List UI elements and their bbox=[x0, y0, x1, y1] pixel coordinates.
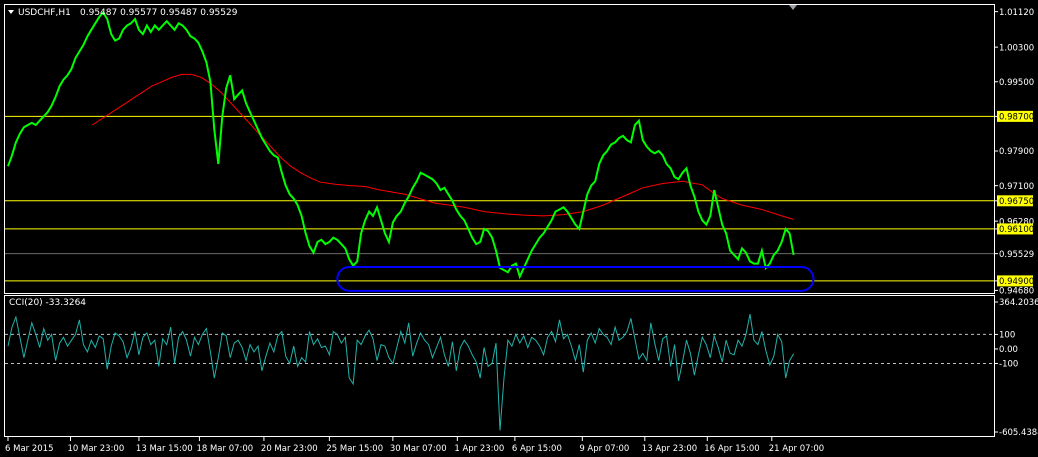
cci-axis-label-2: 0.00 bbox=[999, 345, 1018, 355]
collapse-triangle-icon[interactable] bbox=[8, 10, 14, 14]
time-axis-label-7: 1 Apr 23:00 bbox=[454, 444, 504, 454]
price-axis-label-2: 0.99500 bbox=[999, 78, 1034, 88]
cci-axis-label-3: -100 bbox=[999, 360, 1018, 370]
time-axis-label-8: 6 Apr 15:00 bbox=[512, 444, 562, 454]
price-line bbox=[7, 10, 795, 280]
price-axis-label-4: 0.97900 bbox=[999, 147, 1034, 157]
cci-axis-label-4: -605.4384 bbox=[999, 428, 1038, 438]
price-level-tag-label-6: 0.96750 bbox=[999, 197, 1034, 207]
price-axis-label-1: 1.00300 bbox=[999, 43, 1034, 53]
price-level-tag-label-3: 0.98700 bbox=[999, 113, 1034, 123]
time-axis-label-1: 10 Mar 23:00 bbox=[67, 444, 124, 454]
cci-layer bbox=[5, 314, 994, 431]
time-axis-label-3: 18 Mar 07:00 bbox=[196, 444, 253, 454]
chart-svg: 1.01120 1.00300 0.99500 0.98700 0.97900 0.971… bbox=[4, 4, 1038, 454]
price-panel-frame bbox=[4, 4, 995, 294]
cci-label: CCI(20) -33.3264 bbox=[9, 298, 86, 308]
price-axis-label-11: 0.94680 bbox=[999, 287, 1034, 297]
time-axis-label-11: 16 Apr 15:00 bbox=[704, 444, 759, 454]
cci-line bbox=[7, 314, 795, 431]
time-axis-label-12: 21 Apr 07:00 bbox=[769, 444, 824, 454]
time-axis-label-9: 9 Apr 07:00 bbox=[579, 444, 629, 454]
shift-marker-triangle-icon[interactable] bbox=[789, 5, 797, 10]
time-axis-label-6: 30 Mar 07:00 bbox=[390, 444, 447, 454]
time-axis-label-2: 13 Mar 15:00 bbox=[136, 444, 193, 454]
ohlc-label: 0.95487 0.95577 0.95487 0.95529 bbox=[80, 8, 238, 18]
price-layer bbox=[5, 10, 994, 292]
time-axis-label-5: 25 Mar 15:00 bbox=[326, 444, 383, 454]
price-level-tag-label-8: 0.96100 bbox=[999, 225, 1034, 235]
cci-axis-label-0: 364.2036 bbox=[999, 298, 1038, 308]
price-level-tag-label-10: 0.94900 bbox=[999, 277, 1034, 287]
support-ellipse[interactable] bbox=[336, 266, 815, 292]
moving-average-line bbox=[92, 73, 794, 220]
price-axis-label-5: 0.97100 bbox=[999, 182, 1034, 192]
cci-axis-label-1: 100 bbox=[999, 331, 1015, 341]
axis-layer: 1.01120 1.00300 0.99500 0.98700 0.97900 0.971… bbox=[5, 8, 1038, 454]
time-axis-label-10: 13 Apr 23:00 bbox=[642, 444, 697, 454]
price-axis-label-0: 1.01120 bbox=[999, 8, 1034, 18]
time-axis-label-4: 20 Mar 23:00 bbox=[261, 444, 318, 454]
symbol-label: USDCHF,H1 bbox=[18, 8, 71, 18]
time-axis-label-0: 6 Mar 2015 bbox=[5, 444, 53, 454]
price-axis-label-9: 0.95529 bbox=[999, 250, 1034, 260]
